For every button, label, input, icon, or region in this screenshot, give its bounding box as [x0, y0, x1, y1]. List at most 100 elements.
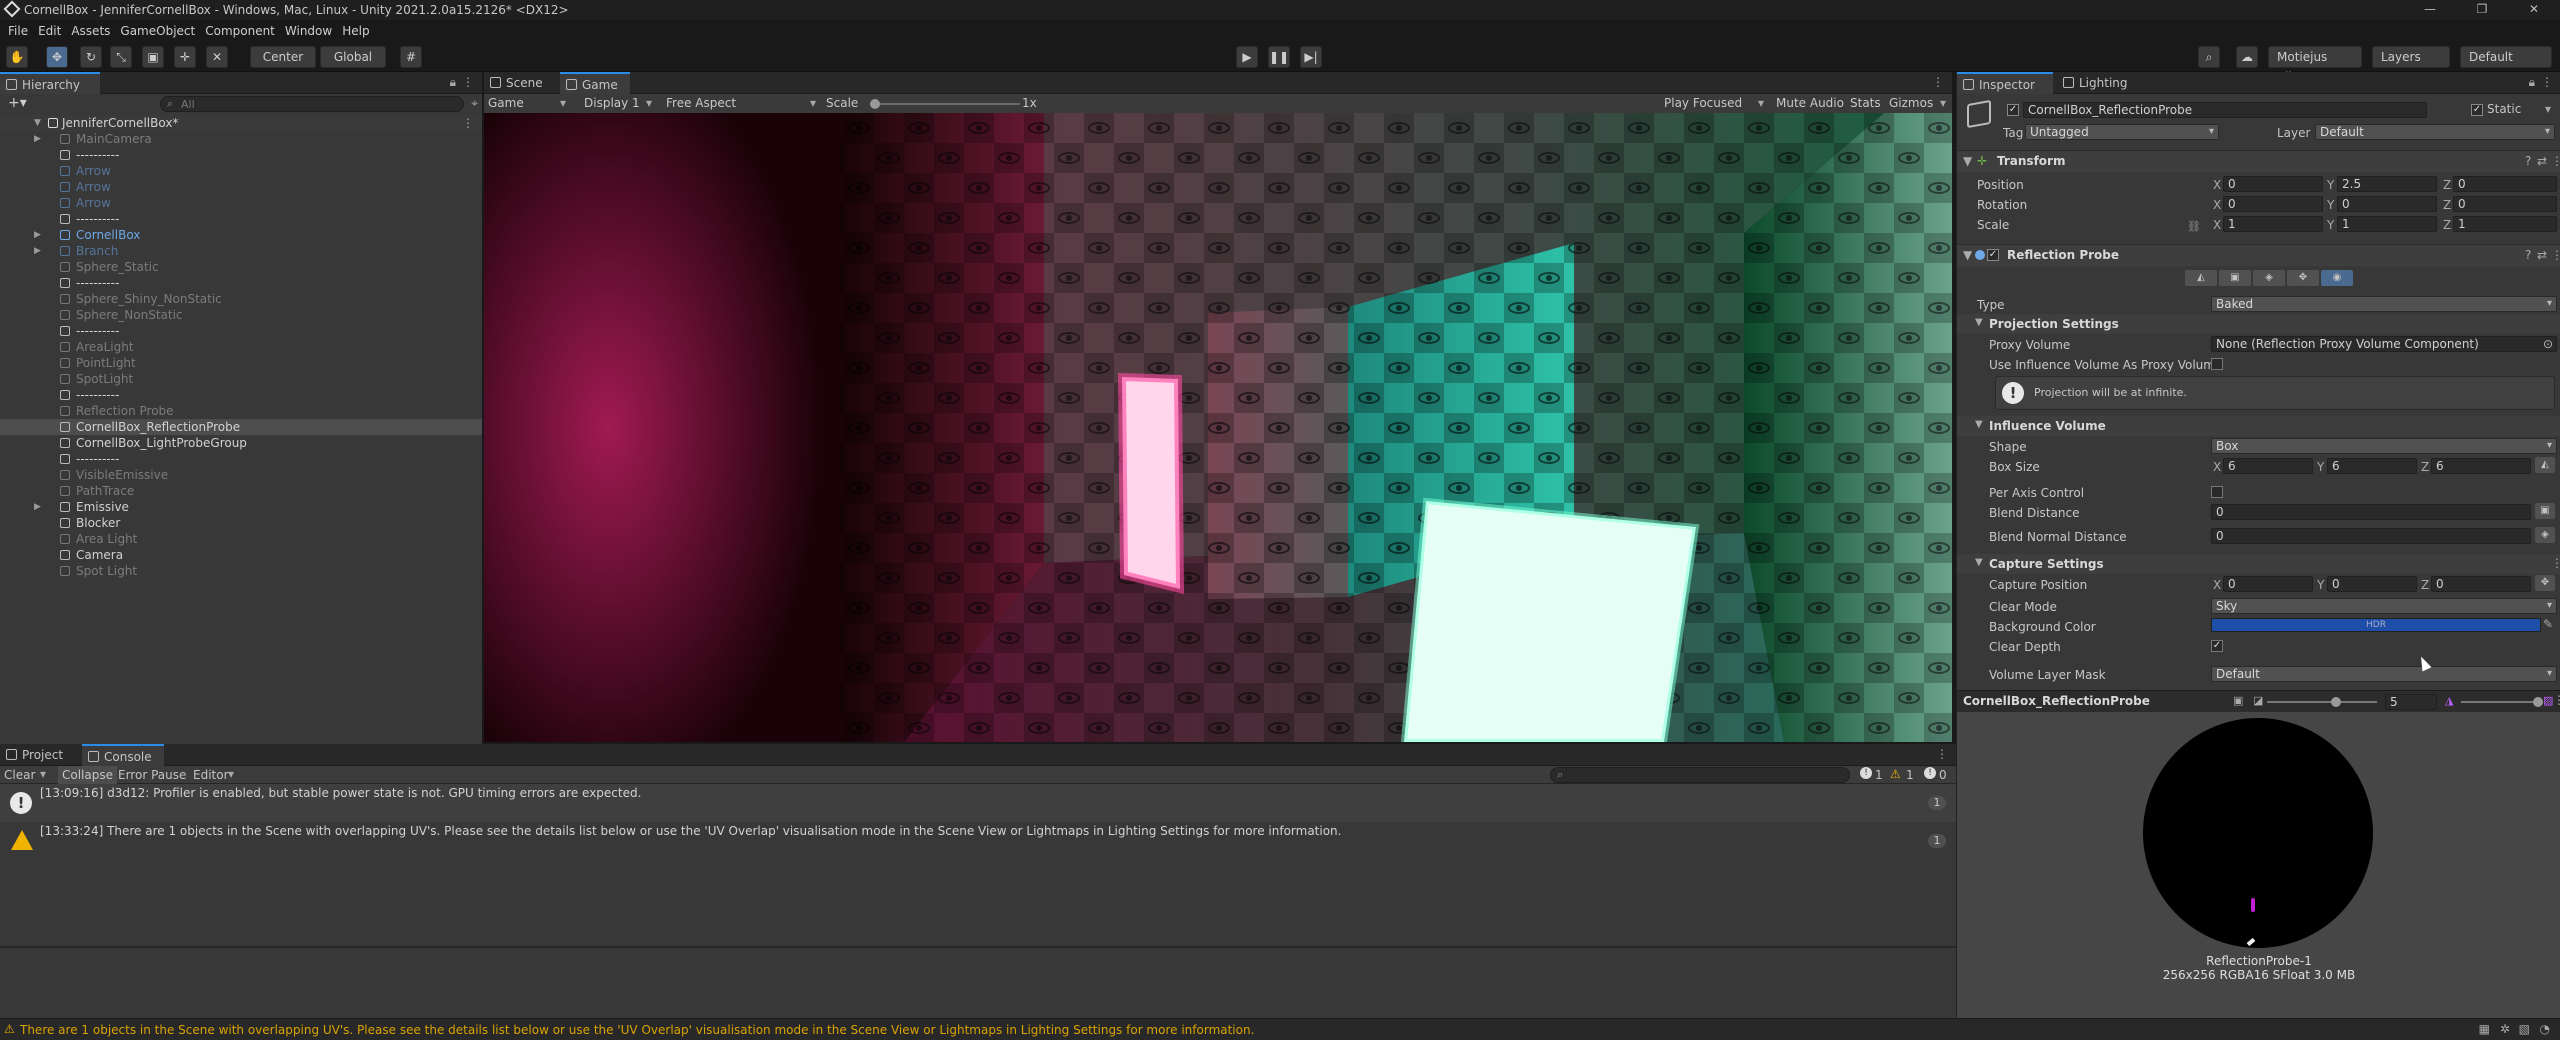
rotate-tool-icon[interactable]: ↻ [80, 46, 102, 68]
transform-tool-icon[interactable]: ✛ [174, 46, 196, 68]
hierarchy-item[interactable]: PathTrace [0, 483, 482, 499]
hierarchy-item[interactable]: ---------- [0, 323, 482, 339]
tab-console[interactable]: Console [82, 744, 164, 766]
expand-arrow-icon[interactable]: ▶ [34, 499, 41, 515]
tag-dropdown[interactable]: Untagged [2025, 124, 2219, 140]
object-picker-icon[interactable]: ⊙ [2543, 337, 2553, 351]
hierarchy-item[interactable]: Reflection Probe [0, 403, 482, 419]
preview-header[interactable]: CornellBox_ReflectionProbe ▣ ◪ 5 ◮ ▨ ⋮ [1957, 690, 2560, 712]
hierarchy-item[interactable]: VisibleEmissive [0, 467, 482, 483]
transform-x-field[interactable]: 0 [2223, 196, 2323, 212]
cloud-icon[interactable]: ☁ [2236, 46, 2258, 68]
gizmos-dropdown[interactable]: Gizmos [1889, 96, 1933, 110]
exposure-field[interactable]: 5 [2385, 694, 2437, 710]
hand-tool-icon[interactable]: ✋ [6, 46, 28, 68]
edit-normal-blend-icon[interactable]: ◈ [2253, 270, 2285, 286]
profiler-icon[interactable]: ▦ [2479, 1022, 2490, 1036]
link-icon[interactable]: ⛓ [2187, 220, 2201, 233]
kebab-menu-icon[interactable]: ⋮ [2553, 693, 2560, 707]
console-search-input[interactable]: ⌕ [1550, 767, 1850, 783]
proxy-volume-field[interactable]: None (Reflection Proxy Volume Component)… [2211, 336, 2557, 352]
tab-scene[interactable]: Scene [484, 72, 554, 94]
type-dropdown[interactable]: Baked [2211, 296, 2557, 312]
chevron-down-icon[interactable]: ▾ [40, 767, 46, 781]
exposure-slider-knob[interactable] [2331, 697, 2341, 707]
tab-game[interactable]: Game [560, 72, 630, 94]
projection-settings-header[interactable]: ▼ Projection Settings [1957, 314, 2560, 334]
static-checkbox[interactable]: ✓ [2471, 104, 2483, 116]
hierarchy-item[interactable]: Area Light [0, 531, 482, 547]
collapse-toggle[interactable]: Collapse [58, 766, 117, 784]
hierarchy-item[interactable]: Spot Light [0, 563, 482, 579]
box-size-y-field[interactable]: 6 [2327, 458, 2417, 474]
minimize-button[interactable]: — [2404, 0, 2456, 20]
console-entry-warning[interactable]: [13:33:24] There are 1 objects in the Sc… [0, 822, 1956, 860]
account-dropdown[interactable]: Motiejus Vilt... [2268, 46, 2362, 84]
menu-window[interactable]: Window [281, 20, 338, 42]
scale-tool-icon[interactable]: ⤡ [110, 46, 132, 68]
shape-dropdown[interactable]: Box [2211, 438, 2557, 454]
mip-slider[interactable] [2461, 697, 2543, 707]
preset-icon[interactable]: ⇄ [2537, 245, 2547, 265]
tab-project[interactable]: Project [0, 744, 78, 766]
menu-file[interactable]: File [4, 20, 34, 42]
move-tool-icon[interactable]: ✥ [46, 46, 68, 68]
capture-y-field[interactable]: 0 [2327, 576, 2417, 592]
hierarchy-item[interactable]: ---------- [0, 387, 482, 403]
menu-assets[interactable]: Assets [67, 20, 116, 42]
scene-menu-icon[interactable]: ⋮ [462, 115, 474, 131]
hierarchy-item[interactable]: Arrow [0, 195, 482, 211]
help-icon[interactable]: ? [2525, 245, 2531, 265]
hierarchy-item[interactable]: ---------- [0, 275, 482, 291]
hierarchy-item[interactable]: ---------- [0, 211, 482, 227]
grid-snap-icon[interactable]: # [400, 46, 422, 68]
cache-icon[interactable]: ▧ [2519, 1022, 2530, 1036]
scale-slider-track[interactable] [870, 99, 1020, 109]
hierarchy-item[interactable]: CornellBox_LightProbeGroup [0, 435, 482, 451]
menu-gameobject[interactable]: GameObject [116, 20, 201, 42]
info-icon[interactable]: ! [1860, 767, 1872, 779]
error-icon[interactable]: ! [1924, 767, 1936, 779]
edit-capture-icon[interactable]: ✥ [2287, 270, 2319, 286]
mip-slider-knob[interactable] [2533, 697, 2543, 707]
enabled-checkbox[interactable]: ✓ [1987, 249, 1999, 261]
blend-distance-field[interactable]: 0 [2211, 504, 2531, 520]
custom-tool-icon[interactable]: ✕ [206, 46, 228, 68]
component-menu-icon[interactable]: ⋮ [2551, 151, 2560, 171]
transform-z-field[interactable]: 0 [2453, 196, 2557, 212]
expand-arrow-icon[interactable]: ▶ [34, 243, 41, 259]
display-dropdown[interactable]: Display 1 [584, 96, 640, 110]
menu-component[interactable]: Component [201, 20, 281, 42]
hierarchy-item[interactable]: ---------- [0, 147, 482, 163]
object-name-field[interactable]: CornellBox_ReflectionProbe [2023, 102, 2427, 118]
layer-dropdown[interactable]: Default [2315, 124, 2555, 140]
edit-blend-icon[interactable]: ▣ [2219, 270, 2251, 286]
stats-toggle[interactable]: Stats [1850, 96, 1881, 110]
console-entry-info[interactable]: ! [13:09:16] d3d12: Profiler is enabled,… [0, 784, 1956, 822]
play-focused-dropdown[interactable]: Play Focused [1664, 96, 1742, 110]
add-icon[interactable]: +▾ [8, 95, 27, 111]
edit-capture-icon[interactable]: ✥ [2535, 575, 2555, 591]
aspect-dropdown[interactable]: Free Aspect [666, 96, 736, 110]
debug-icon[interactable]: ✲ [2500, 1022, 2510, 1036]
hierarchy-item[interactable]: ---------- [0, 451, 482, 467]
progress-icon[interactable]: ◔ [2540, 1022, 2550, 1036]
menu-edit[interactable]: Edit [34, 20, 67, 42]
edit-influence-icon[interactable]: ◭ [2185, 270, 2217, 286]
hierarchy-item[interactable]: Arrow [0, 163, 482, 179]
transform-z-field[interactable]: 1 [2453, 216, 2557, 232]
help-icon[interactable]: ? [2525, 151, 2531, 171]
hierarchy-item[interactable]: Sphere_Shiny_NonStatic [0, 291, 482, 307]
eyedropper-icon[interactable]: ✎ [2543, 617, 2553, 631]
exposure-slider[interactable] [2267, 697, 2377, 707]
console-splitter[interactable] [0, 946, 1956, 948]
expand-arrow-icon[interactable]: ▶ [34, 227, 41, 243]
play-button[interactable]: ▶ [1236, 46, 1258, 68]
pause-button[interactable]: ❚❚ [1268, 46, 1290, 68]
hierarchy-item[interactable]: AreaLight [0, 339, 482, 355]
kebab-menu-icon[interactable]: ⋮ [1936, 747, 1948, 761]
hierarchy-item[interactable]: SpotLight [0, 371, 482, 387]
edit-probe-icon[interactable]: ◉ [2321, 270, 2353, 286]
hierarchy-item[interactable]: ▶ MainCamera [0, 131, 482, 147]
transform-x-field[interactable]: 1 [2223, 216, 2323, 232]
